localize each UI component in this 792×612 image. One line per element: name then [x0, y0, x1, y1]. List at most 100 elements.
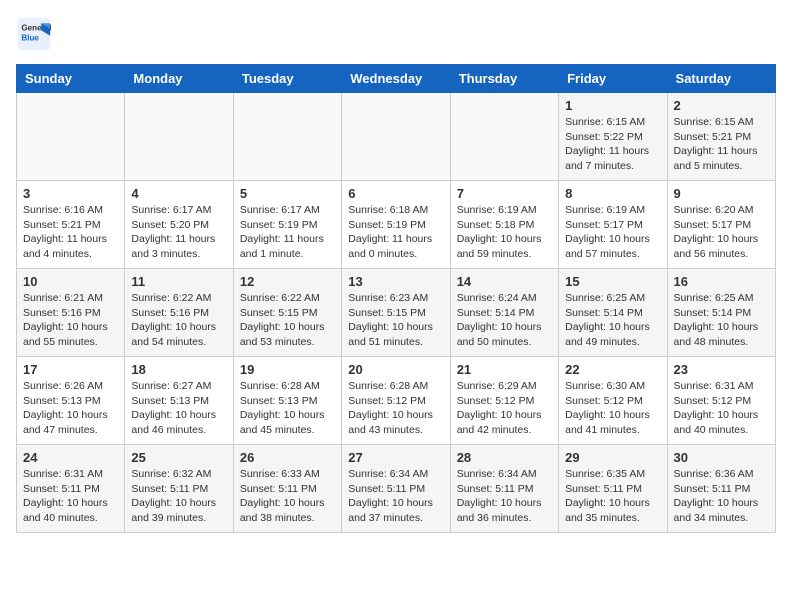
logo: General Blue [16, 16, 56, 52]
day-number: 3 [23, 186, 118, 201]
logo-icon: General Blue [16, 16, 52, 52]
day-info: Sunrise: 6:35 AM Sunset: 5:11 PM Dayligh… [565, 467, 660, 526]
day-number: 26 [240, 450, 335, 465]
svg-text:Blue: Blue [21, 33, 39, 42]
calendar-cell: 6 Sunrise: 6:18 AM Sunset: 5:19 PM Daylig… [342, 181, 450, 269]
calendar-cell [233, 93, 341, 181]
calendar-cell: 7Sunrise: 6:19 AM Sunset: 5:18 PM Daylig… [450, 181, 558, 269]
calendar-cell: 4 Sunrise: 6:17 AM Sunset: 5:20 PM Daylig… [125, 181, 233, 269]
calendar-cell: 1 Sunrise: 6:15 AM Sunset: 5:22 PM Daylig… [559, 93, 667, 181]
day-number: 16 [674, 274, 769, 289]
day-info: Sunrise: 6:36 AM Sunset: 5:11 PM Dayligh… [674, 467, 769, 526]
calendar-cell: 14 Sunrise: 6:24 AM Sunset: 5:14 PM Dayli… [450, 269, 558, 357]
day-number: 10 [23, 274, 118, 289]
calendar-cell [125, 93, 233, 181]
calendar-cell: 11Sunrise: 6:22 AM Sunset: 5:16 PM Dayli… [125, 269, 233, 357]
calendar-week-row: 24 Sunrise: 6:31 AM Sunset: 5:11 PM Dayli… [17, 445, 776, 533]
day-number: 2 [674, 98, 769, 113]
calendar-table: SundayMondayTuesdayWednesdayThursdayFrid… [16, 64, 776, 533]
page-header: General Blue [16, 16, 776, 52]
day-number: 11 [131, 274, 226, 289]
day-info: Sunrise: 6:17 AM Sunset: 5:20 PM Dayligh… [131, 203, 226, 262]
calendar-weekday-header: Saturday [667, 65, 775, 93]
day-number: 13 [348, 274, 443, 289]
day-number: 7 [457, 186, 552, 201]
day-info: Sunrise: 6:34 AM Sunset: 5:11 PM Dayligh… [457, 467, 552, 526]
calendar-cell: 22 Sunrise: 6:30 AM Sunset: 5:12 PM Dayli… [559, 357, 667, 445]
day-number: 17 [23, 362, 118, 377]
day-number: 5 [240, 186, 335, 201]
calendar-weekday-header: Thursday [450, 65, 558, 93]
day-number: 14 [457, 274, 552, 289]
day-number: 28 [457, 450, 552, 465]
calendar-cell: 20Sunrise: 6:28 AM Sunset: 5:12 PM Dayli… [342, 357, 450, 445]
day-number: 12 [240, 274, 335, 289]
calendar-cell: 12 Sunrise: 6:22 AM Sunset: 5:15 PM Dayli… [233, 269, 341, 357]
day-info: Sunrise: 6:19 AM Sunset: 5:17 PM Dayligh… [565, 203, 660, 262]
day-number: 9 [674, 186, 769, 201]
day-info: Sunrise: 6:33 AM Sunset: 5:11 PM Dayligh… [240, 467, 335, 526]
calendar-cell: 28 Sunrise: 6:34 AM Sunset: 5:11 PM Dayli… [450, 445, 558, 533]
day-number: 22 [565, 362, 660, 377]
calendar-week-row: 10Sunrise: 6:21 AM Sunset: 5:16 PM Dayli… [17, 269, 776, 357]
day-number: 29 [565, 450, 660, 465]
day-number: 25 [131, 450, 226, 465]
calendar-weekday-header: Tuesday [233, 65, 341, 93]
day-number: 19 [240, 362, 335, 377]
calendar-cell: 3 Sunrise: 6:16 AM Sunset: 5:21 PM Daylig… [17, 181, 125, 269]
day-info: Sunrise: 6:26 AM Sunset: 5:13 PM Dayligh… [23, 379, 118, 438]
day-info: Sunrise: 6:24 AM Sunset: 5:14 PM Dayligh… [457, 291, 552, 350]
day-info: Sunrise: 6:23 AM Sunset: 5:15 PM Dayligh… [348, 291, 443, 350]
day-number: 15 [565, 274, 660, 289]
calendar-cell: 5Sunrise: 6:17 AM Sunset: 5:19 PM Daylig… [233, 181, 341, 269]
day-number: 30 [674, 450, 769, 465]
day-info: Sunrise: 6:31 AM Sunset: 5:11 PM Dayligh… [23, 467, 118, 526]
calendar-cell: 29 Sunrise: 6:35 AM Sunset: 5:11 PM Dayli… [559, 445, 667, 533]
calendar-weekday-header: Sunday [17, 65, 125, 93]
calendar-cell [342, 93, 450, 181]
day-info: Sunrise: 6:34 AM Sunset: 5:11 PM Dayligh… [348, 467, 443, 526]
day-info: Sunrise: 6:27 AM Sunset: 5:13 PM Dayligh… [131, 379, 226, 438]
day-number: 1 [565, 98, 660, 113]
calendar-cell: 17 Sunrise: 6:26 AM Sunset: 5:13 PM Dayli… [17, 357, 125, 445]
day-number: 6 [348, 186, 443, 201]
calendar-cell: 8 Sunrise: 6:19 AM Sunset: 5:17 PM Daylig… [559, 181, 667, 269]
calendar-cell: 30 Sunrise: 6:36 AM Sunset: 5:11 PM Dayli… [667, 445, 775, 533]
calendar-weekday-header: Friday [559, 65, 667, 93]
calendar-cell: 19 Sunrise: 6:28 AM Sunset: 5:13 PM Dayli… [233, 357, 341, 445]
calendar-cell: 13 Sunrise: 6:23 AM Sunset: 5:15 PM Dayli… [342, 269, 450, 357]
calendar-cell: 2 Sunrise: 6:15 AM Sunset: 5:21 PM Daylig… [667, 93, 775, 181]
day-info: Sunrise: 6:18 AM Sunset: 5:19 PM Dayligh… [348, 203, 443, 262]
day-info: Sunrise: 6:15 AM Sunset: 5:22 PM Dayligh… [565, 115, 660, 174]
day-info: Sunrise: 6:28 AM Sunset: 5:13 PM Dayligh… [240, 379, 335, 438]
day-info: Sunrise: 6:25 AM Sunset: 5:14 PM Dayligh… [565, 291, 660, 350]
calendar-cell: 26 Sunrise: 6:33 AM Sunset: 5:11 PM Dayli… [233, 445, 341, 533]
calendar-cell: 16Sunrise: 6:25 AM Sunset: 5:14 PM Dayli… [667, 269, 775, 357]
day-number: 27 [348, 450, 443, 465]
day-number: 4 [131, 186, 226, 201]
day-info: Sunrise: 6:28 AM Sunset: 5:12 PM Dayligh… [348, 379, 443, 438]
day-info: Sunrise: 6:29 AM Sunset: 5:12 PM Dayligh… [457, 379, 552, 438]
calendar-cell: 25 Sunrise: 6:32 AM Sunset: 5:11 PM Dayli… [125, 445, 233, 533]
calendar-cell: 24 Sunrise: 6:31 AM Sunset: 5:11 PM Dayli… [17, 445, 125, 533]
calendar-weekday-header: Monday [125, 65, 233, 93]
calendar-cell [17, 93, 125, 181]
calendar-cell: 15 Sunrise: 6:25 AM Sunset: 5:14 PM Dayli… [559, 269, 667, 357]
calendar-week-row: 17 Sunrise: 6:26 AM Sunset: 5:13 PM Dayli… [17, 357, 776, 445]
calendar-cell: 21Sunrise: 6:29 AM Sunset: 5:12 PM Dayli… [450, 357, 558, 445]
day-number: 24 [23, 450, 118, 465]
calendar-weekday-header: Wednesday [342, 65, 450, 93]
calendar-week-row: 3 Sunrise: 6:16 AM Sunset: 5:21 PM Daylig… [17, 181, 776, 269]
calendar-cell [450, 93, 558, 181]
calendar-cell: 9Sunrise: 6:20 AM Sunset: 5:17 PM Daylig… [667, 181, 775, 269]
calendar-cell: 27 Sunrise: 6:34 AM Sunset: 5:11 PM Dayli… [342, 445, 450, 533]
day-number: 8 [565, 186, 660, 201]
day-info: Sunrise: 6:22 AM Sunset: 5:15 PM Dayligh… [240, 291, 335, 350]
day-info: Sunrise: 6:30 AM Sunset: 5:12 PM Dayligh… [565, 379, 660, 438]
day-info: Sunrise: 6:32 AM Sunset: 5:11 PM Dayligh… [131, 467, 226, 526]
calendar-header-row: SundayMondayTuesdayWednesdayThursdayFrid… [17, 65, 776, 93]
day-info: Sunrise: 6:16 AM Sunset: 5:21 PM Dayligh… [23, 203, 118, 262]
calendar-cell: 23Sunrise: 6:31 AM Sunset: 5:12 PM Dayli… [667, 357, 775, 445]
day-info: Sunrise: 6:15 AM Sunset: 5:21 PM Dayligh… [674, 115, 769, 174]
calendar-week-row: 1 Sunrise: 6:15 AM Sunset: 5:22 PM Daylig… [17, 93, 776, 181]
